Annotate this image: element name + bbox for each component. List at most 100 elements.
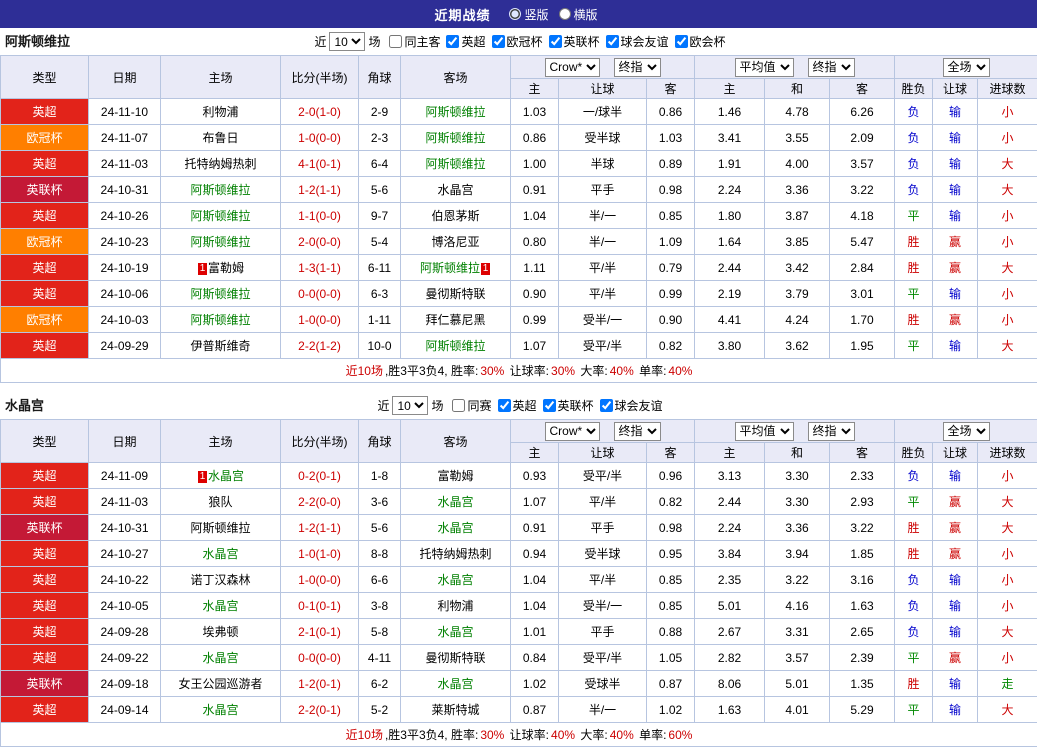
filter-checkbox-1[interactable]: 英超 — [446, 33, 485, 50]
away-team[interactable]: 水晶宫 — [401, 671, 511, 697]
filter-checkbox-label: 欧会杯 — [690, 33, 726, 50]
filter-checkbox-input[interactable] — [549, 35, 562, 48]
filter-checkbox-3[interactable]: 英联杯 — [549, 33, 600, 50]
home-team[interactable]: 1富勒姆 — [161, 255, 281, 281]
odds-value: 2.93 — [830, 489, 895, 515]
home-team[interactable]: 伊普斯维奇 — [161, 333, 281, 359]
home-team[interactable]: 诺丁汉森林 — [161, 567, 281, 593]
odds-source-select[interactable]: 平均值 — [735, 422, 794, 441]
filter-checkbox-input[interactable] — [446, 35, 459, 48]
odds-value: 0.90 — [647, 307, 695, 333]
layout-radio-vertical[interactable]: 竖版 — [509, 6, 548, 23]
odds-value: 3.79 — [765, 281, 830, 307]
away-team[interactable]: 伯恩茅斯 — [401, 203, 511, 229]
home-team[interactable]: 阿斯顿维拉 — [161, 281, 281, 307]
away-team[interactable]: 托特纳姆热刺 — [401, 541, 511, 567]
summary-segment: ,胜3平3负4, 胜率: — [385, 728, 478, 742]
result-handicap: 输 — [933, 697, 978, 723]
home-team[interactable]: 狼队 — [161, 489, 281, 515]
filter-checkbox-input[interactable] — [543, 399, 556, 412]
recent-label: 近 — [377, 397, 389, 414]
recent-count-select[interactable]: 10 — [392, 396, 428, 415]
filter-checkbox-2[interactable]: 欧冠杯 — [492, 33, 543, 50]
filter-checkbox-4[interactable]: 球会友谊 — [606, 33, 669, 50]
home-team[interactable]: 阿斯顿维拉 — [161, 203, 281, 229]
match-date: 24-10-03 — [89, 307, 161, 333]
odds-value: 1.91 — [695, 151, 765, 177]
recent-count-select[interactable]: 10 — [329, 32, 365, 51]
away-team[interactable]: 阿斯顿维拉 — [401, 333, 511, 359]
filter-checkbox-input[interactable] — [606, 35, 619, 48]
home-team[interactable]: 女王公园巡游者 — [161, 671, 281, 697]
odds-source-select[interactable]: 终指 — [808, 58, 855, 77]
home-team[interactable]: 阿斯顿维拉 — [161, 515, 281, 541]
away-team[interactable]: 曼彻斯特联 — [401, 645, 511, 671]
away-team[interactable]: 水晶宫 — [401, 619, 511, 645]
section-header: 水晶宫近10场同赛英超英联杯球会友谊 — [0, 392, 1037, 419]
home-team[interactable]: 水晶宫 — [161, 541, 281, 567]
filter-checkbox-2[interactable]: 英联杯 — [543, 397, 594, 414]
home-team[interactable]: 托特纳姆热刺 — [161, 151, 281, 177]
home-team[interactable]: 阿斯顿维拉 — [161, 177, 281, 203]
result-goals: 小 — [978, 229, 1037, 255]
away-team[interactable]: 博洛尼亚 — [401, 229, 511, 255]
away-team[interactable]: 水晶宫 — [401, 515, 511, 541]
filter-checkbox-input[interactable] — [492, 35, 505, 48]
layout-radio-horizontal-input[interactable] — [559, 8, 571, 20]
filter-checkbox-input[interactable] — [675, 35, 688, 48]
home-team[interactable]: 水晶宫 — [161, 697, 281, 723]
home-team[interactable]: 利物浦 — [161, 99, 281, 125]
filter-checkbox-1[interactable]: 英超 — [498, 397, 537, 414]
layout-radio-vertical-input[interactable] — [509, 8, 521, 20]
away-team-name: 曼彻斯特联 — [425, 651, 485, 665]
away-team[interactable]: 阿斯顿维拉 — [401, 99, 511, 125]
home-team[interactable]: 阿斯顿维拉 — [161, 307, 281, 333]
result-outcome: 胜 — [895, 541, 933, 567]
odds-source-select[interactable]: Crow* — [545, 422, 600, 441]
away-team[interactable]: 利物浦 — [401, 593, 511, 619]
away-team[interactable]: 水晶宫 — [401, 567, 511, 593]
filter-checkbox-0[interactable]: 同主客 — [389, 33, 440, 50]
match-row: 英超24-11-03狼队2-2(0-0)3-6水晶宫1.07平/半0.822.4… — [1, 489, 1037, 515]
odds-value: 8.06 — [695, 671, 765, 697]
odds-source-select[interactable]: 平均值 — [735, 58, 794, 77]
odds-source-select[interactable]: 终指 — [614, 422, 661, 441]
filter-checkbox-5[interactable]: 欧会杯 — [675, 33, 726, 50]
filter-checkbox-input[interactable] — [452, 399, 465, 412]
odds-source-select[interactable]: Crow* — [545, 58, 600, 77]
odds-source-select[interactable]: 全场 — [943, 58, 990, 77]
away-team[interactable]: 莱斯特城 — [401, 697, 511, 723]
filter-checkbox-input[interactable] — [389, 35, 402, 48]
home-team[interactable]: 1水晶宫 — [161, 463, 281, 489]
league-badge: 英超 — [1, 151, 89, 177]
filter-checkbox-input[interactable] — [498, 399, 511, 412]
away-team[interactable]: 阿斯顿维拉1 — [401, 255, 511, 281]
odds-source-select[interactable]: 全场 — [943, 422, 990, 441]
away-team[interactable]: 富勒姆 — [401, 463, 511, 489]
home-team[interactable]: 水晶宫 — [161, 593, 281, 619]
match-date: 24-11-10 — [89, 99, 161, 125]
home-team[interactable]: 布鲁日 — [161, 125, 281, 151]
odds-source-select[interactable]: 终指 — [808, 422, 855, 441]
home-team[interactable]: 埃弗顿 — [161, 619, 281, 645]
odds-value: 2.24 — [695, 177, 765, 203]
filter-checkbox-label: 球会友谊 — [621, 33, 669, 50]
filter-checkbox-0[interactable]: 同赛 — [452, 397, 491, 414]
filter-checkbox-input[interactable] — [600, 399, 613, 412]
league-badge: 英超 — [1, 255, 89, 281]
away-team[interactable]: 阿斯顿维拉 — [401, 125, 511, 151]
away-team[interactable]: 阿斯顿维拉 — [401, 151, 511, 177]
away-team[interactable]: 水晶宫 — [401, 489, 511, 515]
away-team[interactable]: 水晶宫 — [401, 177, 511, 203]
filter-checkbox-3[interactable]: 球会友谊 — [600, 397, 663, 414]
odds-source-select[interactable]: 终指 — [614, 58, 661, 77]
odds-value: 0.82 — [647, 333, 695, 359]
layout-radio-horizontal[interactable]: 横版 — [559, 6, 598, 23]
away-team[interactable]: 曼彻斯特联 — [401, 281, 511, 307]
odds-value: 2.19 — [695, 281, 765, 307]
home-team[interactable]: 阿斯顿维拉 — [161, 229, 281, 255]
away-team[interactable]: 拜仁慕尼黑 — [401, 307, 511, 333]
home-team[interactable]: 水晶宫 — [161, 645, 281, 671]
away-team-name: 利物浦 — [437, 599, 473, 613]
home-team-name: 诺丁汉森林 — [190, 573, 250, 587]
